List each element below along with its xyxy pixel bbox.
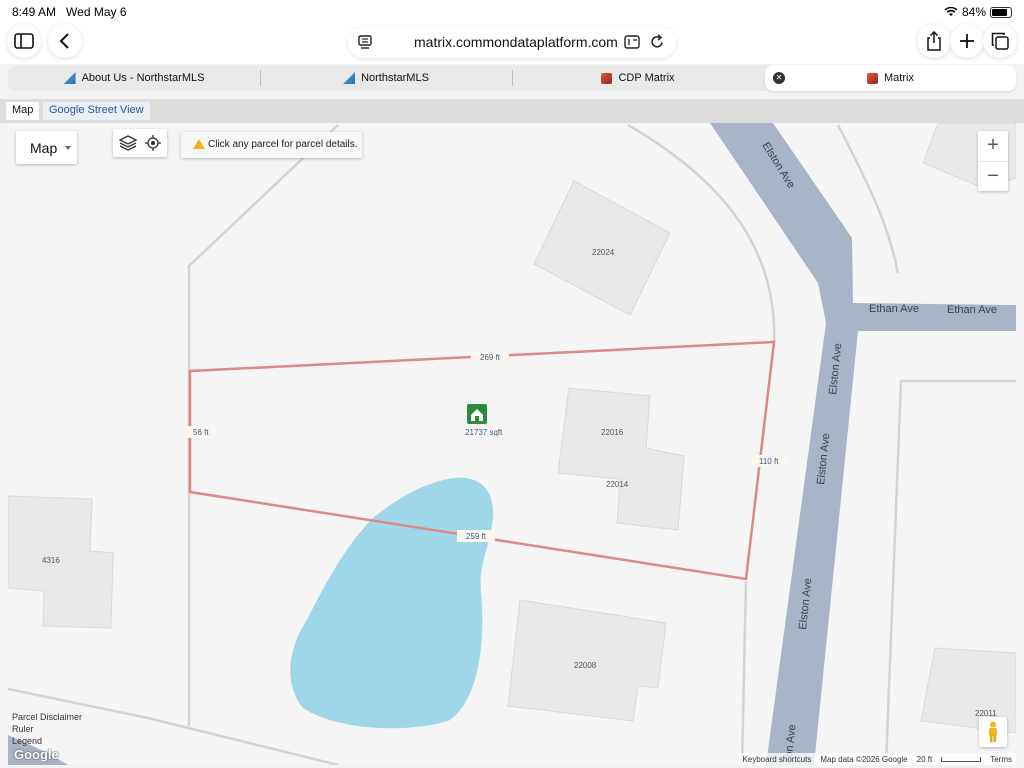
parcel-info-banner: Click any parcel for parcel details. [181,132,362,158]
tab-northstar[interactable]: NorthstarMLS [260,65,512,91]
street-view-pegman[interactable] [979,717,1007,747]
battery-icon [990,6,1012,18]
status-right: 84% [944,5,1012,19]
terms-link[interactable]: Terms [990,755,1012,764]
tab-overview-button[interactable] [983,24,1017,58]
zoom-control: + − [978,131,1008,191]
page-menu-icon [358,35,372,49]
map-canvas[interactable]: Elston Ave Elston Ave Elston Ave Elston … [8,123,1016,765]
reload-icon[interactable] [650,34,664,49]
map-view-tabs: Map Google Street View [0,99,1024,123]
tab-map[interactable]: Map [6,102,40,120]
parcel-disclaimer-link[interactable]: Parcel Disclaimer [12,711,82,723]
tab-bar: About Us - NorthstarMLS NorthstarMLS CDP… [8,65,1016,91]
status-time: 8:49 AM Wed May 6 [12,5,127,19]
tab-cdp-matrix[interactable]: CDP Matrix [512,65,764,91]
matrix-favicon-icon [601,72,613,84]
northstar-favicon-icon [63,72,76,84]
map-links: Parcel Disclaimer Ruler Legend [12,711,82,747]
tab-matrix[interactable]: ✕ Matrix [765,65,1016,91]
zoom-out-button[interactable]: − [978,161,1008,191]
street-label-ethan: Ethan Ave [869,303,919,315]
google-logo: Google [14,747,59,762]
buildings [8,123,1016,734]
keyboard-shortcuts-link[interactable]: Keyboard shortcuts [742,755,811,764]
tabs-icon [991,32,1009,50]
pegman-icon [989,721,997,742]
building-label: 22008 [574,661,597,670]
parcel-side-top: 269 ft [480,353,501,362]
zoom-in-button[interactable]: + [978,131,1008,161]
address-bar[interactable]: matrix.commondataplatform.com [348,26,676,58]
translate-icon[interactable] [624,35,640,49]
chevron-left-icon [59,33,69,49]
building-label: 22014 [606,480,629,489]
battery-percent: 84% [961,5,986,19]
pond [290,477,494,729]
scale-label[interactable]: 20 ft [917,755,933,764]
plus-icon [960,34,974,48]
share-icon [927,31,941,51]
lot-line [740,580,748,765]
warning-icon [193,139,205,149]
sidebar-button[interactable] [7,24,41,58]
building-label: 22016 [601,428,624,437]
close-tab-icon[interactable]: ✕ [773,72,785,84]
tab-street-view[interactable]: Google Street View [43,102,150,120]
parcel-side-bottom: 259 ft [466,532,487,541]
map-graphics: Elston Ave Elston Ave Elston Ave Elston … [8,123,1016,765]
building-4316 [8,495,114,629]
wifi-icon [944,7,958,16]
parcel-area: 21737 sqft [465,428,503,437]
building-label: 22024 [592,248,615,257]
layers-icon[interactable] [119,135,137,151]
map-tool-buttons [113,129,167,157]
browser-toolbar: matrix.commondataplatform.com [0,24,1024,64]
matrix-favicon-icon [867,72,879,84]
building-label: 4316 [42,556,60,565]
scale-bar [941,756,982,762]
tab-about-us[interactable]: About Us - NorthstarMLS [8,65,260,91]
home-marker-icon[interactable] [467,404,487,424]
parcel-side-left: 56 ft [193,428,209,437]
building-22016 [557,387,685,531]
new-tab-button[interactable] [950,24,984,58]
map-attribution: Keyboard shortcuts Map data ©2026 Google… [738,753,1016,765]
map-data-text: Map data ©2026 Google [820,754,908,764]
parcel-side-right: 110 ft [759,457,779,466]
status-bar: 8:49 AM Wed May 6 84% [0,0,1024,24]
sidebar-icon [14,33,34,49]
legend-link[interactable]: Legend [12,735,82,747]
northstar-favicon-icon [343,72,356,84]
url-text: matrix.commondataplatform.com [414,34,618,50]
street-label-ethan: Ethan Ave [947,304,997,316]
share-button[interactable] [917,24,951,58]
back-button[interactable] [48,24,82,58]
map-type-dropdown[interactable]: Map [16,131,77,164]
caret-down-icon [65,146,71,153]
locate-icon[interactable] [145,135,161,151]
ruler-link[interactable]: Ruler [12,723,82,735]
